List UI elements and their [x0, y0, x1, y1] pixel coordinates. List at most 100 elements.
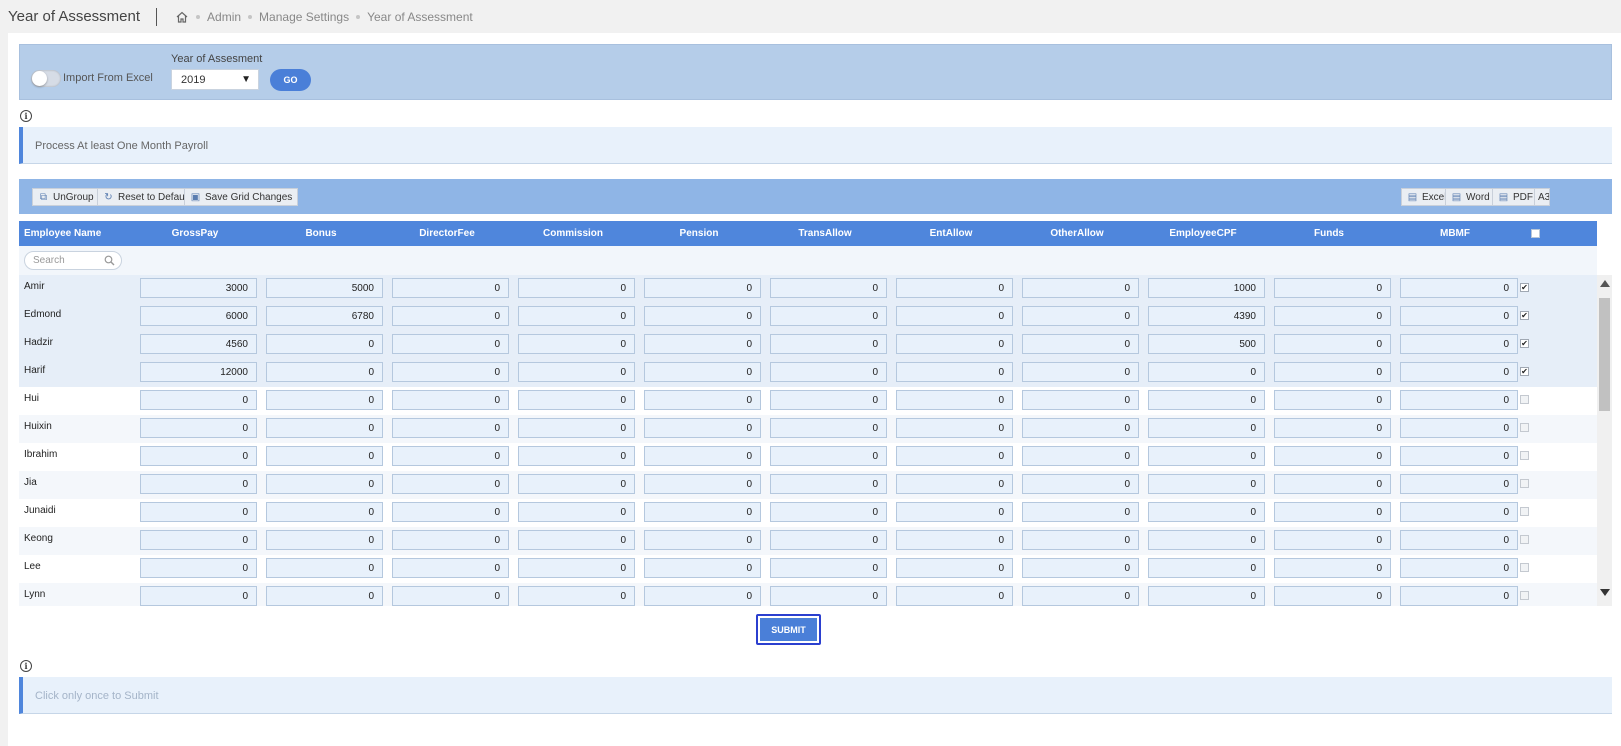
table-row[interactable]: Hui 0 0 0 0 0 0 0 0 0 0 0 [19, 387, 1597, 415]
amount-input[interactable]: 0 [1274, 362, 1391, 382]
amount-input[interactable]: 0 [770, 390, 887, 410]
scroll-up-icon[interactable] [1600, 280, 1610, 287]
amount-input[interactable]: 0 [518, 530, 635, 550]
table-row[interactable]: Amir 3000 5000 0 0 0 0 0 0 1000 0 0 ✔ [19, 275, 1597, 303]
amount-input[interactable]: 0 [770, 362, 887, 382]
amount-input[interactable]: 5000 [266, 278, 383, 298]
amount-input[interactable]: 0 [140, 530, 257, 550]
amount-input[interactable]: 0 [1274, 418, 1391, 438]
column-header[interactable]: MBMF [1392, 221, 1518, 246]
row-checkbox[interactable] [1520, 479, 1529, 488]
row-checkbox[interactable] [1520, 507, 1529, 516]
amount-input[interactable]: 0 [770, 586, 887, 606]
column-header[interactable]: GrossPay [132, 221, 258, 246]
amount-input[interactable]: 0 [770, 278, 887, 298]
amount-input[interactable]: 0 [770, 530, 887, 550]
amount-input[interactable]: 0 [392, 306, 509, 326]
table-row[interactable]: Hadzir 4560 0 0 0 0 0 0 0 500 0 0 ✔ [19, 331, 1597, 359]
amount-input[interactable]: 0 [644, 306, 761, 326]
amount-input[interactable]: 0 [770, 558, 887, 578]
amount-input[interactable]: 0 [896, 334, 1013, 354]
amount-input[interactable]: 0 [770, 418, 887, 438]
search-input[interactable]: Search [24, 251, 122, 270]
amount-input[interactable]: 0 [644, 474, 761, 494]
row-checkbox[interactable] [1520, 591, 1529, 600]
amount-input[interactable]: 0 [518, 474, 635, 494]
column-header[interactable]: EmployeeCPF [1140, 221, 1266, 246]
amount-input[interactable]: 0 [896, 390, 1013, 410]
amount-input[interactable]: 0 [266, 502, 383, 522]
select-all-checkbox[interactable] [1531, 229, 1540, 238]
amount-input[interactable]: 0 [266, 530, 383, 550]
amount-input[interactable]: 0 [1274, 278, 1391, 298]
row-checkbox[interactable] [1520, 563, 1529, 572]
amount-input[interactable]: 0 [896, 502, 1013, 522]
amount-input[interactable]: 0 [896, 586, 1013, 606]
table-row[interactable]: Jia 0 0 0 0 0 0 0 0 0 0 0 [19, 471, 1597, 499]
amount-input[interactable]: 0 [1274, 474, 1391, 494]
amount-input[interactable]: 0 [266, 474, 383, 494]
amount-input[interactable]: 1000 [1148, 278, 1265, 298]
reset-default-button[interactable]: ↻ Reset to Default [97, 188, 196, 206]
go-button[interactable]: GO [270, 69, 311, 91]
amount-input[interactable]: 0 [1274, 502, 1391, 522]
amount-input[interactable]: 0 [770, 334, 887, 354]
ungroup-button[interactable]: ⧉ UnGroup [32, 188, 100, 206]
amount-input[interactable]: 0 [1022, 558, 1139, 578]
table-row[interactable]: Junaidi 0 0 0 0 0 0 0 0 0 0 0 [19, 499, 1597, 527]
row-checkbox[interactable]: ✔ [1520, 367, 1529, 376]
table-row[interactable]: Huixin 0 0 0 0 0 0 0 0 0 0 0 [19, 415, 1597, 443]
grid-scrollbar[interactable] [1597, 275, 1612, 606]
amount-input[interactable]: 0 [392, 390, 509, 410]
amount-input[interactable]: 4560 [140, 334, 257, 354]
amount-input[interactable]: 0 [1148, 502, 1265, 522]
scroll-down-icon[interactable] [1600, 589, 1610, 596]
row-checkbox[interactable]: ✔ [1520, 311, 1529, 320]
amount-input[interactable]: 0 [518, 362, 635, 382]
amount-input[interactable]: 0 [518, 306, 635, 326]
paper-size-button[interactable]: A3 [1534, 188, 1550, 206]
amount-input[interactable]: 0 [896, 558, 1013, 578]
amount-input[interactable]: 0 [896, 530, 1013, 550]
amount-input[interactable]: 0 [1274, 390, 1391, 410]
amount-input[interactable]: 4390 [1148, 306, 1265, 326]
amount-input[interactable]: 0 [1022, 586, 1139, 606]
amount-input[interactable]: 0 [1148, 586, 1265, 606]
amount-input[interactable]: 0 [140, 418, 257, 438]
amount-input[interactable]: 0 [518, 278, 635, 298]
table-row[interactable]: Lynn 0 0 0 0 0 0 0 0 0 0 0 [19, 583, 1597, 606]
amount-input[interactable]: 0 [1400, 334, 1518, 354]
amount-input[interactable]: 0 [1022, 362, 1139, 382]
column-header[interactable]: TransAllow [762, 221, 888, 246]
amount-input[interactable]: 0 [896, 418, 1013, 438]
amount-input[interactable]: 0 [392, 530, 509, 550]
import-excel-toggle[interactable] [31, 70, 61, 87]
amount-input[interactable]: 0 [1148, 390, 1265, 410]
amount-input[interactable]: 0 [1022, 306, 1139, 326]
amount-input[interactable]: 0 [266, 390, 383, 410]
amount-input[interactable]: 0 [1400, 362, 1518, 382]
amount-input[interactable]: 0 [392, 502, 509, 522]
amount-input[interactable]: 0 [518, 418, 635, 438]
column-header[interactable]: Bonus [258, 221, 384, 246]
amount-input[interactable]: 0 [644, 362, 761, 382]
amount-input[interactable]: 0 [1400, 390, 1518, 410]
amount-input[interactable]: 0 [140, 474, 257, 494]
row-checkbox[interactable]: ✔ [1520, 339, 1529, 348]
row-checkbox[interactable]: ✔ [1520, 283, 1529, 292]
amount-input[interactable]: 0 [518, 334, 635, 354]
table-row[interactable]: Ibrahim 0 0 0 0 0 0 0 0 0 0 0 [19, 443, 1597, 471]
amount-input[interactable]: 0 [1400, 502, 1518, 522]
amount-input[interactable]: 0 [770, 446, 887, 466]
amount-input[interactable]: 0 [896, 362, 1013, 382]
column-header[interactable]: Pension [636, 221, 762, 246]
amount-input[interactable]: 0 [896, 474, 1013, 494]
row-checkbox[interactable] [1520, 395, 1529, 404]
amount-input[interactable]: 0 [896, 446, 1013, 466]
amount-input[interactable]: 0 [1274, 558, 1391, 578]
amount-input[interactable]: 0 [518, 502, 635, 522]
amount-input[interactable]: 0 [266, 418, 383, 438]
amount-input[interactable]: 0 [266, 334, 383, 354]
amount-input[interactable]: 0 [1022, 278, 1139, 298]
amount-input[interactable]: 0 [392, 586, 509, 606]
